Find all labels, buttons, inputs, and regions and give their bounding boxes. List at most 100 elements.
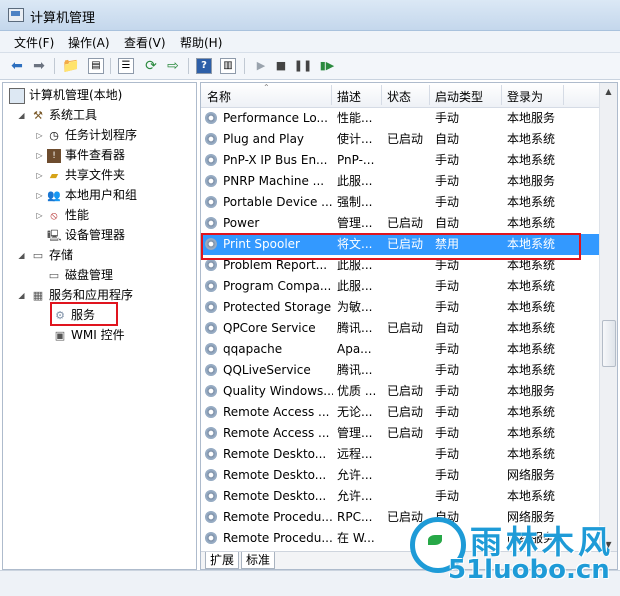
column-header-log-on-as[interactable]: 登录为	[507, 88, 543, 105]
service-logon-as: 本地系统	[507, 363, 556, 377]
collapse-arrow-icon[interactable]: ▷	[35, 211, 44, 220]
service-name: Remote Deskto...	[223, 489, 327, 503]
service-description: 远程...	[337, 447, 373, 461]
service-row[interactable]: Program Compa... 此服... 手动 本地系统	[201, 276, 599, 297]
service-gear-icon	[205, 322, 217, 334]
menu-view[interactable]: 查看(V)	[124, 34, 166, 51]
service-description: 腾讯...	[337, 363, 373, 377]
menu-file[interactable]: 文件(F)	[14, 34, 54, 51]
tree-item-task-scheduler[interactable]: ◷ 任务计划程序	[47, 126, 137, 144]
scroll-up-icon[interactable]: ▲	[600, 83, 617, 100]
service-logon-as: 本地系统	[507, 132, 556, 146]
service-startup-type: 手动	[435, 195, 460, 209]
tree-item-local-users-groups[interactable]: 👥 本地用户和组	[47, 186, 137, 204]
users-icon: 👥	[47, 188, 61, 202]
forward-icon[interactable]: ➡	[30, 57, 48, 75]
tree-item-disk-management[interactable]: ▭ 磁盘管理	[47, 266, 113, 284]
start-service-icon[interactable]: ▶	[252, 57, 270, 75]
service-description: 允许...	[337, 489, 373, 503]
show-hide-tree-icon[interactable]: ▤	[88, 58, 104, 74]
service-row[interactable]: Remote Deskto... 允许... 手动 本地系统	[201, 486, 599, 507]
menu-help[interactable]: 帮助(H)	[180, 34, 222, 51]
service-name: PnP-X IP Bus En...	[223, 153, 328, 167]
service-description: 优质 ...	[337, 384, 377, 398]
column-header-description[interactable]: 描述	[337, 88, 361, 105]
service-row[interactable]: qqapache Apa... 手动 本地系统	[201, 339, 599, 360]
service-row[interactable]: Remote Access ... 管理... 已启动 手动 本地系统	[201, 423, 599, 444]
service-row[interactable]: Quality Windows... 优质 ... 已启动 手动 本地服务	[201, 381, 599, 402]
service-gear-icon	[205, 406, 217, 418]
tree-item-device-manager[interactable]: 🖳 设备管理器	[47, 226, 125, 244]
service-row[interactable]: Performance Lo... 性能... 手动 本地服务	[201, 108, 599, 129]
service-description: 管理...	[337, 216, 373, 230]
service-row[interactable]: Remote Deskto... 允许... 手动 网络服务	[201, 465, 599, 486]
service-name: QQLiveService	[223, 363, 311, 377]
expand-arrow-icon[interactable]: ◢	[17, 111, 26, 120]
service-description: 管理...	[337, 426, 373, 440]
service-name: Quality Windows...	[223, 384, 333, 398]
expand-arrow-icon[interactable]: ◢	[17, 291, 26, 300]
service-gear-icon	[205, 490, 217, 502]
tree-item-computer-management[interactable]: 计算机管理(本地)	[9, 86, 122, 104]
service-status: 已启动	[387, 426, 424, 440]
service-row[interactable]: Remote Deskto... 远程... 手动 本地系统	[201, 444, 599, 465]
resume-service-icon[interactable]: ▮▶	[318, 57, 336, 75]
tree-item-storage[interactable]: ▭ 存储	[31, 246, 73, 264]
service-gear-icon	[205, 112, 217, 124]
service-row[interactable]: Power 管理... 已启动 自动 本地系统	[201, 213, 599, 234]
highlight-services-box	[50, 302, 118, 326]
collapse-arrow-icon[interactable]: ▷	[35, 171, 44, 180]
service-row[interactable]: PNRP Machine ... 此服... 手动 本地服务	[201, 171, 599, 192]
tree-item-shared-folders[interactable]: ▰ 共享文件夹	[47, 166, 125, 184]
column-header-status[interactable]: 状态	[387, 88, 411, 105]
service-row[interactable]: Protected Storage 为敏... 手动 本地系统	[201, 297, 599, 318]
service-name: Program Compa...	[223, 279, 332, 293]
service-gear-icon	[205, 343, 217, 355]
column-header-startup-type[interactable]: 启动类型	[435, 88, 483, 105]
service-name: Remote Procedu...	[223, 531, 333, 545]
tree-item-wmi-control[interactable]: ▣ WMI 控件	[53, 326, 125, 344]
service-row[interactable]: QQLiveService 腾讯... 手动 本地系统	[201, 360, 599, 381]
service-startup-type: 手动	[435, 174, 460, 188]
column-header-name[interactable]: 名称	[207, 88, 231, 105]
expand-arrow-icon[interactable]: ◢	[17, 251, 26, 260]
back-icon[interactable]: ⬅	[8, 57, 26, 75]
service-startup-type: 手动	[435, 111, 460, 125]
collapse-arrow-icon[interactable]: ▷	[35, 191, 44, 200]
pause-service-icon[interactable]: ❚❚	[294, 57, 312, 75]
device-manager-icon: 🖳	[47, 228, 62, 242]
scroll-thumb[interactable]	[602, 320, 616, 367]
tree-item-performance[interactable]: ⦸ 性能	[47, 206, 89, 224]
help-icon[interactable]: ?	[196, 58, 212, 74]
export-list-icon[interactable]: ⇨	[164, 57, 182, 75]
service-name: Protected Storage	[223, 300, 332, 314]
tab-extended[interactable]: 扩展	[205, 552, 240, 569]
stop-service-icon[interactable]: ■	[272, 57, 290, 75]
service-startup-type: 手动	[435, 468, 460, 482]
service-logon-as: 本地服务	[507, 111, 556, 125]
properties-icon[interactable]: ☰	[118, 58, 134, 74]
service-logon-as: 本地系统	[507, 300, 556, 314]
service-row[interactable]: Remote Access ... 无论... 已启动 手动 本地系统	[201, 402, 599, 423]
service-row[interactable]: Portable Device ... 强制... 手动 本地系统	[201, 192, 599, 213]
service-logon-as: 本地系统	[507, 216, 556, 230]
refresh-icon[interactable]: ⟳	[142, 57, 160, 75]
service-row[interactable]: PnP-X IP Bus En... PnP-... 手动 本地系统	[201, 150, 599, 171]
service-logon-as: 本地系统	[507, 321, 556, 335]
service-description: 性能...	[337, 111, 373, 125]
up-folder-icon[interactable]: 📁	[62, 57, 80, 75]
tab-standard[interactable]: 标准	[241, 552, 276, 569]
menu-action[interactable]: 操作(A)	[68, 34, 110, 51]
service-logon-as: 本地系统	[507, 342, 556, 356]
service-gear-icon	[205, 385, 217, 397]
service-row[interactable]: QPCore Service 腾讯... 已启动 自动 本地系统	[201, 318, 599, 339]
collapse-arrow-icon[interactable]: ▷	[35, 151, 44, 160]
tree-item-event-viewer[interactable]: ! 事件查看器	[47, 146, 125, 164]
collapse-arrow-icon[interactable]: ▷	[35, 131, 44, 140]
service-description: Apa...	[337, 342, 372, 356]
tree-item-system-tools[interactable]: ⚒ 系统工具	[31, 106, 97, 124]
service-logon-as: 本地系统	[507, 195, 556, 209]
service-row[interactable]: Plug and Play 使计... 已启动 自动 本地系统	[201, 129, 599, 150]
show-hide-action-pane-icon[interactable]: ▥	[220, 58, 236, 74]
vertical-scrollbar[interactable]: ▲ ▼	[599, 83, 617, 553]
